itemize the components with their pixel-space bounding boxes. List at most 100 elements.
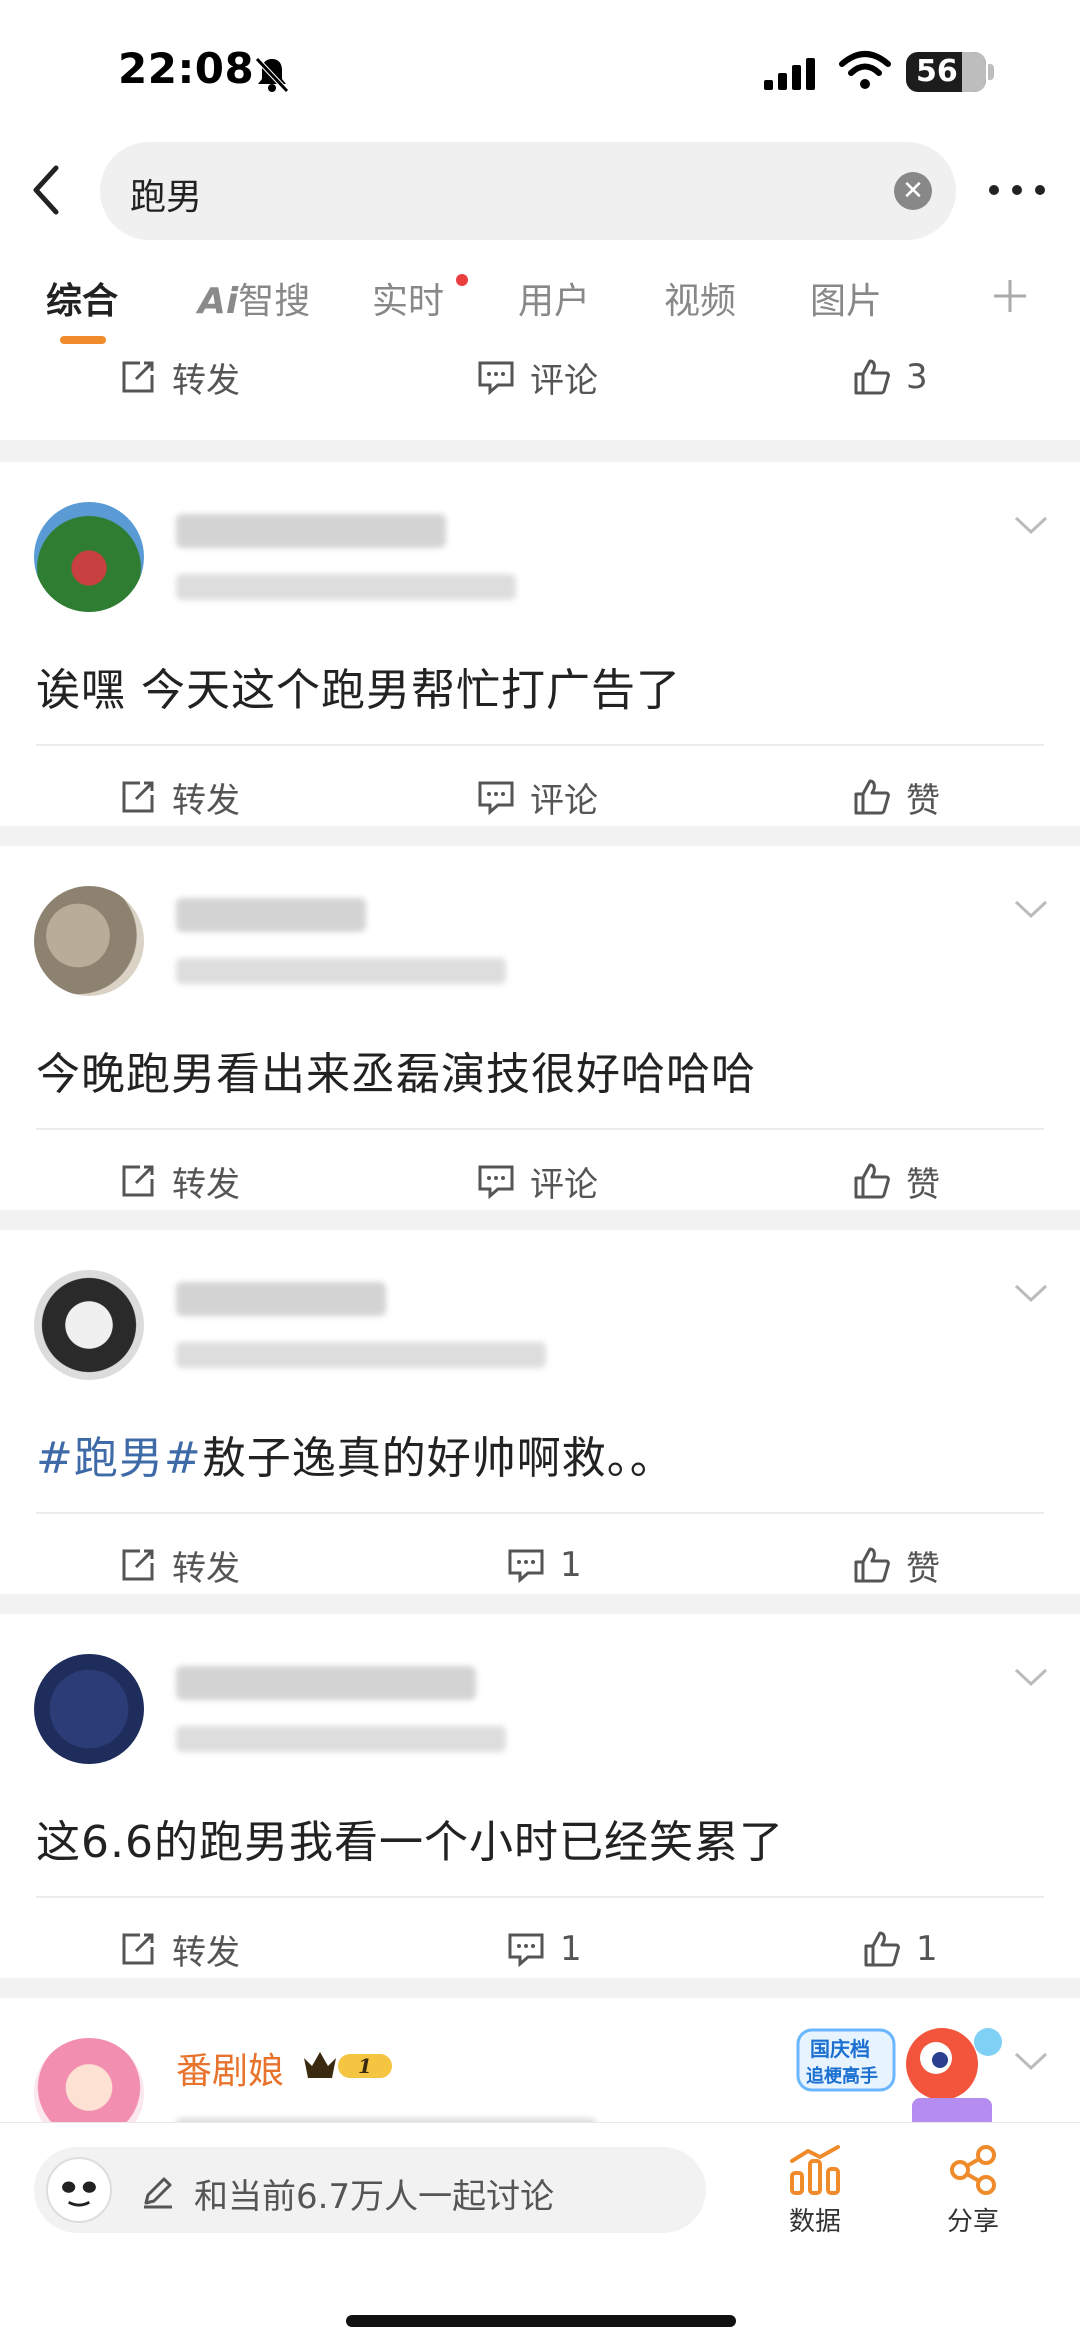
repost-button[interactable]: 转发 [118,354,240,401]
comment-icon [478,361,514,396]
comment-button[interactable]: 评论 [476,774,598,821]
wifi-icon [839,51,891,89]
clear-icon[interactable]: ✕ [894,172,932,210]
post-actions: 转发 评论 赞 [0,1126,1080,1236]
share-label: 分享 [946,2207,999,2237]
status-time: 22:08 [118,44,255,93]
repost-label: 转发 [172,1164,240,1205]
search-query: 跑男 [130,177,203,218]
like-count: 1 [916,1929,938,1969]
post-card: 番剧娘 1 国庆档 追梗高手 [0,1998,1080,2122]
tab-ai-search[interactable]: Ai智搜 [198,272,310,324]
username[interactable]: 番剧娘 [176,2042,284,2094]
post-text: #跑男#敖子逸真的好帅啊救。。 [36,1422,675,1486]
avatar[interactable] [34,1270,144,1380]
status-bar: 22:08 56 [0,0,1080,140]
post-text: 今晚跑男看出来丞磊演技很好哈哈哈 [36,1049,756,1100]
repost-button[interactable]: 转发 [118,774,240,821]
data-button[interactable]: 数据 [770,2143,860,2238]
results-feed: 转发 评论 3 诶嘿 今天这个跑男帮忙打广告了 转发 评论 赞 今晚跑男看出来丞… [0,352,1080,2122]
chevron-down-icon[interactable] [1012,2048,1050,2074]
discuss-placeholder: 和当前6.7万人一起讨论 [194,2177,555,2217]
comment-label: 评论 [530,780,598,821]
repost-icon [122,361,154,393]
repost-label: 转发 [172,780,240,821]
post-actions: 转发 1 1 [0,1894,1080,2004]
post-card: 今晚跑男看出来丞磊演技很好哈哈哈 转发 评论 赞 [0,846,1080,1210]
avatar[interactable] [34,502,144,612]
search-input[interactable]: 跑男 ✕ [100,142,956,240]
comment-label: 评论 [530,1164,598,1205]
post-text: 这6.6的跑男我看一个小时已经笑累了 [36,1817,784,1868]
comment-icon [478,1165,514,1200]
ai-mark: Ai [198,281,239,322]
like-button[interactable]: 赞 [852,1158,940,1205]
avatar[interactable] [34,1654,144,1764]
tab-comprehensive[interactable]: 综合 [46,272,118,324]
repost-button[interactable]: 转发 [118,1926,240,1973]
comment-button[interactable]: 1 [506,1926,582,1972]
panda-avatar-icon [46,2157,112,2223]
bell-mute-icon [255,57,289,93]
comment-icon [508,1549,544,1584]
share-button[interactable]: 分享 [928,2143,1018,2238]
blurred-username [176,1282,386,1316]
more-icon[interactable] [986,170,1048,210]
comment-button[interactable]: 1 [506,1542,582,1588]
like-button[interactable]: 赞 [852,1542,940,1589]
pencil-icon [144,2177,172,2209]
repost-icon [122,1549,154,1581]
like-count: 3 [906,357,928,397]
comment-button[interactable]: 评论 [476,1158,598,1205]
chevron-down-icon[interactable] [1012,1280,1050,1306]
back-icon[interactable] [22,160,72,220]
blurred-post-meta [176,958,506,984]
promo-mascot-icon[interactable]: 国庆档 追梗高手 [792,2008,1008,2122]
avatar[interactable] [34,886,144,996]
signal-icon [764,58,815,90]
chevron-down-icon[interactable] [1012,896,1050,922]
tab-videos[interactable]: 视频 [664,272,736,324]
blurred-username [176,514,446,548]
comment-count: 1 [560,1545,582,1585]
chevron-down-icon[interactable] [1012,512,1050,538]
active-tab-indicator [60,336,106,344]
comment-count: 1 [560,1929,582,1969]
like-label: 赞 [906,1164,940,1205]
repost-icon [122,1933,154,1965]
like-icon [854,1163,890,1199]
promo-text-2: 追梗高手 [806,2065,878,2087]
like-icon [864,1931,900,1967]
tab-images[interactable]: 图片 [810,272,882,324]
repost-button[interactable]: 转发 [118,1158,240,1205]
comment-icon [508,1933,544,1968]
blurred-post-meta [176,1726,506,1752]
repost-label: 转发 [172,1548,240,1589]
battery-level: 56 [916,54,958,89]
post-card: 转发 评论 3 [0,352,1080,440]
repost-icon [122,1165,154,1197]
tab-users[interactable]: 用户 [518,272,590,324]
tab-realtime[interactable]: 实时 [372,272,444,324]
post-text: 诶嘿 今天这个跑男帮忙打广告了 [36,665,681,716]
like-button[interactable]: 3 [852,354,928,400]
like-button[interactable]: 1 [862,1926,938,1972]
tab-ai-search-label: 智搜 [238,281,311,322]
discuss-input[interactable]: 和当前6.7万人一起讨论 [34,2147,706,2233]
like-button[interactable]: 赞 [852,774,940,821]
blurred-username [176,1666,476,1700]
repost-label: 转发 [172,1932,240,1973]
comment-button[interactable]: 评论 [476,354,598,401]
blurred-username [176,898,366,932]
plus-icon[interactable] [992,278,1028,314]
blurred-post-meta [176,1342,546,1368]
like-icon [854,1547,890,1583]
avatar[interactable] [34,2038,144,2122]
post-card: 这6.6的跑男我看一个小时已经笑累了 转发 1 1 [0,1614,1080,1978]
home-indicator[interactable] [346,2315,736,2327]
hashtag-link[interactable]: #跑男# [36,1433,202,1484]
chevron-down-icon[interactable] [1012,1664,1050,1690]
vip-level: 1 [358,2054,372,2078]
repost-button[interactable]: 转发 [118,1542,240,1589]
battery-indicator: 56 [906,52,986,92]
